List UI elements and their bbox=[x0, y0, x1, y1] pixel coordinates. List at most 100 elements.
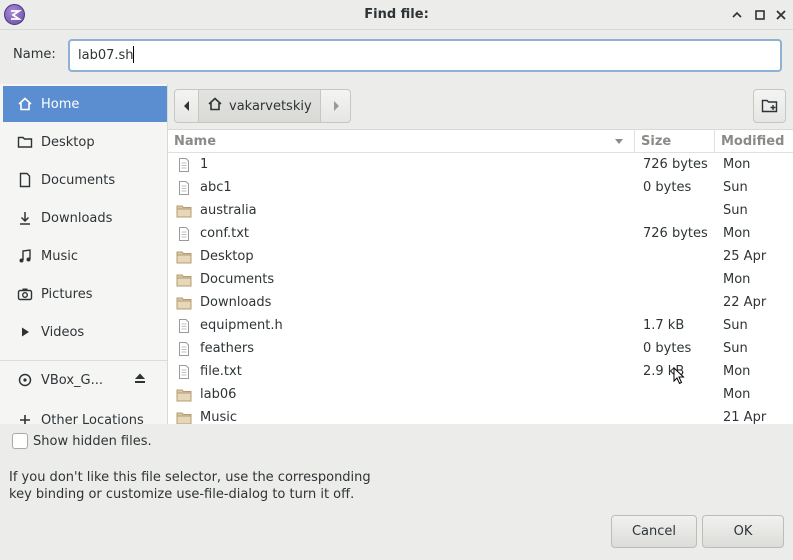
file-name: Desktop bbox=[200, 249, 254, 264]
file-size: 0 bytes bbox=[643, 180, 692, 195]
sidebar-item-label: Downloads bbox=[41, 210, 113, 226]
file-row[interactable]: equipment.h 1.7 kB Sun bbox=[168, 315, 793, 338]
folder-icon bbox=[16, 133, 34, 151]
path-bar: vakarvetskiy bbox=[168, 84, 793, 130]
file-name: australia bbox=[200, 203, 257, 218]
file-modified: Mon bbox=[723, 272, 751, 287]
file-icon bbox=[176, 341, 192, 357]
sidebar-item-vbox[interactable]: VBox_G... bbox=[3, 362, 167, 398]
eject-icon[interactable] bbox=[133, 371, 147, 389]
sidebar-separator bbox=[0, 360, 167, 361]
file-row[interactable]: Music 21 Apr bbox=[168, 407, 793, 424]
camera-icon bbox=[16, 285, 34, 303]
home-icon bbox=[16, 95, 34, 113]
sidebar-item-music[interactable]: Music bbox=[3, 238, 167, 274]
file-modified: Sun bbox=[723, 180, 748, 195]
path-current-label: vakarvetskiy bbox=[229, 98, 312, 114]
sidebar-item-label: Home bbox=[41, 96, 80, 112]
maximize-button[interactable] bbox=[752, 7, 768, 23]
file-size: 1.7 kB bbox=[643, 318, 685, 333]
sidebar-item-label: Pictures bbox=[41, 286, 93, 302]
show-hidden-row[interactable]: Show hidden files. bbox=[12, 433, 152, 449]
document-icon bbox=[16, 171, 34, 189]
column-header-modified[interactable]: Modified bbox=[721, 134, 784, 149]
new-folder-button[interactable] bbox=[753, 89, 786, 123]
column-header-name[interactable]: Name bbox=[174, 134, 216, 149]
file-name: equipment.h bbox=[200, 318, 283, 333]
file-name: Documents bbox=[200, 272, 275, 287]
download-icon bbox=[16, 209, 34, 227]
file-row[interactable]: feathers 0 bytes Sun bbox=[168, 338, 793, 361]
sidebar-item-home[interactable]: Home bbox=[3, 86, 167, 122]
file-name: 1 bbox=[200, 157, 209, 172]
file-row[interactable]: 1 726 bytes Mon bbox=[168, 154, 793, 177]
sidebar-item-desktop[interactable]: Desktop bbox=[3, 124, 167, 160]
chevron-left-icon bbox=[183, 101, 189, 111]
home-icon bbox=[207, 96, 223, 116]
info-text: If you don't like this file selector, us… bbox=[9, 469, 429, 503]
new-folder-icon bbox=[761, 99, 777, 113]
music-icon bbox=[16, 247, 34, 265]
file-name: file.txt bbox=[200, 364, 242, 379]
file-row[interactable]: conf.txt 726 bytes Mon bbox=[168, 223, 793, 246]
file-icon bbox=[176, 364, 192, 380]
sidebar-item-pictures[interactable]: Pictures bbox=[3, 276, 167, 312]
disc-icon bbox=[16, 371, 34, 389]
file-row[interactable]: Desktop 25 Apr bbox=[168, 246, 793, 269]
sidebar-item-label: Desktop bbox=[41, 134, 95, 150]
file-name: Downloads bbox=[200, 295, 272, 310]
path-scroll-right-button[interactable] bbox=[320, 89, 351, 123]
file-size: 726 bytes bbox=[643, 157, 708, 172]
file-row[interactable]: abc1 0 bytes Sun bbox=[168, 177, 793, 200]
close-button[interactable] bbox=[773, 7, 789, 23]
name-label: Name: bbox=[13, 47, 56, 62]
folder-icon bbox=[176, 410, 192, 424]
folder-icon bbox=[176, 203, 192, 219]
ok-button[interactable]: OK bbox=[702, 515, 784, 548]
show-hidden-checkbox[interactable] bbox=[12, 433, 28, 449]
folder-icon bbox=[176, 387, 192, 403]
folder-icon bbox=[176, 249, 192, 265]
path-home-button[interactable]: vakarvetskiy bbox=[198, 89, 321, 123]
places-sidebar: Home Desktop Documents Downloads Music P… bbox=[0, 84, 168, 424]
folder-icon bbox=[176, 272, 192, 288]
sidebar-item-label: Music bbox=[41, 248, 78, 264]
file-modified: 21 Apr bbox=[723, 410, 767, 424]
file-icon bbox=[176, 157, 192, 173]
file-icon bbox=[176, 180, 192, 196]
sidebar-item-downloads[interactable]: Downloads bbox=[3, 200, 167, 236]
column-header-row: Name Size Modified bbox=[168, 130, 793, 153]
plus-icon bbox=[16, 411, 34, 424]
video-icon bbox=[16, 323, 34, 341]
sidebar-item-label: Videos bbox=[41, 324, 85, 340]
filename-input[interactable] bbox=[68, 39, 782, 72]
file-name: lab06 bbox=[200, 387, 237, 402]
mouse-cursor-icon bbox=[673, 367, 685, 385]
sidebar-item-documents[interactable]: Documents bbox=[3, 162, 167, 198]
file-row[interactable]: Documents Mon bbox=[168, 269, 793, 292]
file-modified: Mon bbox=[723, 226, 751, 241]
folder-icon bbox=[176, 295, 192, 311]
file-list[interactable]: Name Size Modified 1 726 bytes Mon abc1 0 by… bbox=[168, 130, 793, 424]
file-row[interactable]: australia Sun bbox=[168, 200, 793, 223]
sidebar-item-label: Other Locations bbox=[41, 412, 144, 425]
file-row[interactable]: lab06 Mon bbox=[168, 384, 793, 407]
file-modified: 25 Apr bbox=[723, 249, 767, 264]
info-line-2: key binding or customize use-file-dialog… bbox=[9, 487, 355, 502]
file-modified: Mon bbox=[723, 364, 751, 379]
path-scroll-left-button[interactable] bbox=[174, 89, 199, 123]
sidebar-item-other-locations[interactable]: Other Locations bbox=[3, 402, 167, 424]
sidebar-item-label: VBox_G... bbox=[41, 372, 104, 388]
chevron-right-icon bbox=[333, 101, 339, 111]
column-header-size[interactable]: Size bbox=[641, 134, 671, 149]
window-title: Find file: bbox=[364, 7, 429, 22]
file-row[interactable]: Downloads 22 Apr bbox=[168, 292, 793, 315]
sidebar-item-label: Documents bbox=[41, 172, 116, 188]
file-row[interactable]: file.txt 2.9 kB Mon bbox=[168, 361, 793, 384]
cancel-button[interactable]: Cancel bbox=[611, 515, 697, 548]
file-modified: Mon bbox=[723, 157, 751, 172]
title-bar: Find file: bbox=[0, 0, 793, 30]
sidebar-item-videos[interactable]: Videos bbox=[3, 314, 167, 350]
minimize-button[interactable] bbox=[729, 7, 745, 23]
info-line-1: If you don't like this file selector, us… bbox=[9, 470, 371, 485]
